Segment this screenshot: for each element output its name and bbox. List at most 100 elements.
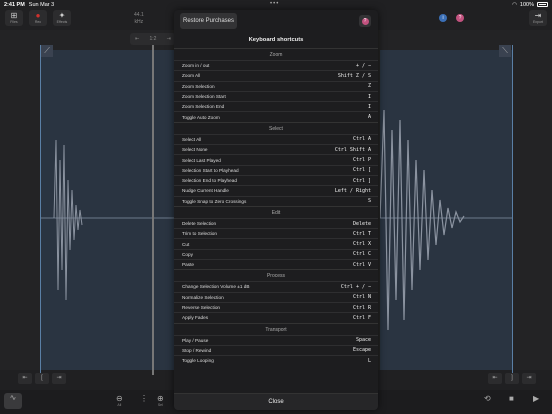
- status-right: ◠ 100%: [512, 2, 548, 8]
- selection-end-line[interactable]: [512, 45, 513, 375]
- selection-start-line[interactable]: [40, 45, 41, 375]
- shortcut-row: Change Selection Volume ±1 dB Ctrl + / −: [174, 281, 378, 291]
- close-button[interactable]: Close: [174, 393, 378, 410]
- zoom-in-label: Sel: [157, 403, 163, 407]
- shortcut-key: I: [367, 93, 371, 100]
- shortcut-key: Ctrl T: [352, 230, 371, 237]
- fade-in-handle-icon[interactable]: ⟋: [41, 45, 53, 57]
- shortcut-action: Trim to Selection: [182, 231, 217, 237]
- shortcut-key: Ctrl + / −: [340, 283, 371, 290]
- shortcut-action: Select None: [182, 147, 208, 153]
- shortcut-key: Z: [367, 83, 371, 90]
- status-time: 2:41 PM: [4, 1, 25, 8]
- stop-icon: ■: [509, 394, 514, 403]
- shortcut-sections: Zoom Zoom in / out + / − Zoom All Shift Z / …: [174, 48, 378, 365]
- shortcut-action: Toggle Looping: [182, 358, 214, 364]
- waveform-selection-left: [40, 50, 175, 370]
- files-button[interactable]: ⊞ Files: [5, 10, 23, 26]
- shortcut-key: Ctrl P: [352, 157, 371, 164]
- shortcut-action: Zoom Selection: [182, 83, 215, 89]
- bracket-right-icon[interactable]: ]: [505, 373, 519, 384]
- shortcut-row: Selection Start to Playhead Ctrl [: [174, 164, 378, 175]
- jump-end-icon[interactable]: ⇥: [522, 373, 536, 384]
- shortcut-action: Zoom Selection Start: [182, 94, 226, 100]
- zoom-out-label: All: [117, 403, 122, 407]
- record-button[interactable]: ● Rec: [29, 10, 47, 26]
- shortcut-key: S: [367, 198, 371, 205]
- question-icon: ?: [361, 17, 369, 25]
- shortcut-row: Normalize Selection Ctrl N: [174, 291, 378, 302]
- waveform-left-svg: [40, 139, 175, 301]
- shortcut-row: Toggle Auto Zoom A: [174, 111, 378, 121]
- shortcut-action: Select All: [182, 136, 202, 142]
- shortcut-key: Ctrl ]: [352, 177, 371, 184]
- fade-out-handle-icon[interactable]: ⟍: [499, 45, 511, 57]
- zoom-out-button[interactable]: ⊖ All: [116, 394, 123, 407]
- shortcut-row: Zoom in / out + / −: [174, 60, 378, 70]
- jump-prev-icon[interactable]: ⇤: [488, 373, 502, 384]
- shortcut-row: Paste Ctrl V: [174, 259, 378, 269]
- shortcut-key: Ctrl N: [352, 294, 371, 301]
- playhead[interactable]: [152, 45, 154, 375]
- jump-start-icon[interactable]: ⇤: [18, 373, 32, 384]
- export-button[interactable]: ⇥ Export: [529, 10, 547, 26]
- loop-icon: ⟲: [484, 394, 491, 403]
- effects-button[interactable]: ✦ Effects: [53, 10, 71, 26]
- shortcut-row: Zoom All Shift Z / S: [174, 70, 378, 80]
- section-header-zoom: Zoom: [174, 48, 378, 60]
- help-icon[interactable]: ?: [456, 14, 464, 22]
- wifi-icon: ◠: [512, 1, 517, 8]
- shortcut-row: Delete Selection Delete: [174, 217, 378, 228]
- shortcut-row: Nudge Current Handle Left / Right: [174, 185, 378, 195]
- shortcut-key: Ctrl R: [352, 304, 371, 311]
- shortcut-row: Cut Ctrl X: [174, 238, 378, 248]
- split-icon: ⋮: [140, 394, 148, 403]
- jump-next-icon[interactable]: ⇥: [52, 373, 66, 384]
- battery-icon: [537, 2, 548, 7]
- shortcut-key: Delete: [352, 220, 371, 227]
- keyboard-shortcuts-dialog: Restore Purchases ? Keyboard shortcuts Z…: [174, 10, 378, 410]
- waveform-selection-right: [379, 50, 512, 370]
- shortcut-action: Zoom in / out: [182, 63, 210, 69]
- shortcut-action: Zoom Selection End: [182, 104, 225, 110]
- shortcut-row: Stop / Rewind Escape: [174, 344, 378, 355]
- restore-purchases-button[interactable]: Restore Purchases: [180, 13, 237, 29]
- shortcut-key: Ctrl [: [352, 167, 371, 174]
- shortcut-action: Play / Pause: [182, 337, 209, 343]
- split-button[interactable]: ⋮: [140, 394, 148, 403]
- shortcut-key: Left / Right: [334, 187, 371, 194]
- shortcut-key: Space: [355, 337, 371, 344]
- shortcut-action: Paste: [182, 262, 194, 268]
- play-button[interactable]: ▶: [533, 394, 539, 403]
- shortcut-action: Toggle Snap to Zero Crossings: [182, 198, 247, 204]
- waveform-tool-icon: ∿: [9, 393, 17, 402]
- export-icon: ⇥: [534, 11, 542, 20]
- multitasking-dots-icon[interactable]: •••: [270, 1, 279, 7]
- section-header-process: Process: [174, 269, 378, 281]
- zoom-control[interactable]: ⇤ 1:2 ⇥: [130, 33, 176, 45]
- info-icon[interactable]: i: [439, 14, 447, 22]
- play-icon: ▶: [533, 394, 540, 403]
- bracket-left-icon[interactable]: [: [35, 373, 49, 384]
- effects-label: Effects: [56, 20, 68, 24]
- waveform-right-svg: [379, 109, 512, 331]
- waveform-tool-button[interactable]: ∿: [4, 393, 22, 409]
- record-label: Rec: [34, 20, 42, 24]
- stop-button[interactable]: ■: [509, 394, 514, 403]
- sample-rate-display: 44.1 kHz: [134, 12, 144, 26]
- effects-icon: ✦: [58, 11, 66, 20]
- shortcut-key: Escape: [352, 347, 371, 354]
- shortcut-action: Copy: [182, 251, 193, 257]
- shortcut-action: Apply Fades: [182, 315, 209, 321]
- zoom-in-button[interactable]: ⊕ Sel: [157, 394, 164, 407]
- zoom-prev-icon[interactable]: ⇤: [135, 36, 139, 42]
- zoom-next-icon[interactable]: ⇥: [167, 36, 171, 42]
- section-header-select: Select: [174, 121, 378, 134]
- files-icon: ⊞: [10, 11, 18, 20]
- battery-percent: 100%: [519, 1, 534, 8]
- shortcut-row: Select All Ctrl A: [174, 133, 378, 144]
- shortcut-row: Toggle Snap to Zero Crossings S: [174, 195, 378, 206]
- loop-button[interactable]: ⟲: [484, 394, 491, 403]
- shortcut-row: Trim to Selection Ctrl T: [174, 228, 378, 238]
- help-button[interactable]: ?: [359, 15, 371, 27]
